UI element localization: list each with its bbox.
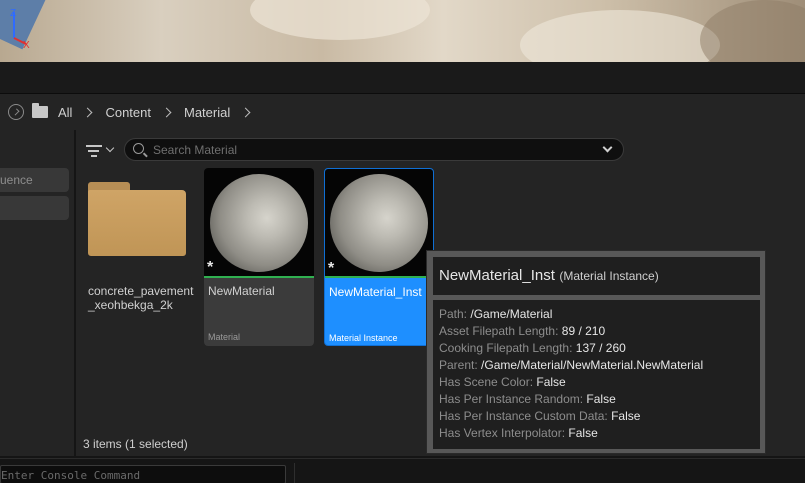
asset-type: Material: [208, 332, 241, 342]
folder-tile[interactable]: concrete_pavement_xeohbekga_2k: [84, 168, 194, 348]
viewport-terrain: [520, 10, 720, 62]
console-box[interactable]: [0, 465, 286, 483]
history-icon[interactable]: [8, 104, 24, 120]
tooltip-subtitle: (Material Instance): [559, 269, 659, 283]
breadcrumb-item-content[interactable]: Content: [105, 105, 151, 120]
search-icon: [133, 143, 144, 154]
breadcrumb-item-all[interactable]: All: [58, 105, 72, 120]
asset-name: NewMaterial_Inst: [329, 285, 422, 299]
axis-x-label: X: [23, 40, 30, 50]
axis-gizmo-icon: Z X: [10, 8, 30, 50]
asset-tooltip: NewMaterial_Inst (Material Instance) Pat…: [426, 250, 766, 454]
status-bar: [0, 458, 805, 483]
asset-tile-newmaterial-inst[interactable]: * NewMaterial_Inst Material Instance: [324, 168, 434, 346]
unsaved-asterisk-icon: *: [207, 259, 214, 276]
breadcrumb: All Content Material: [0, 94, 805, 130]
tooltip-row: Parent: /Game/Material/NewMaterial.NewMa…: [439, 358, 704, 372]
search-box[interactable]: [124, 138, 624, 161]
panel-tab-bar: [0, 62, 805, 94]
tooltip-row: Has Vertex Interpolator: False: [439, 426, 598, 440]
asset-type: Material Instance: [329, 333, 398, 343]
search-options-chevron-icon[interactable]: [602, 142, 613, 153]
tooltip-row: Has Per Instance Custom Data: False: [439, 409, 641, 423]
tooltip-row: Path: /Game/Material: [439, 307, 553, 321]
asset-thumbnail: [325, 169, 433, 276]
asset-thumbnail: [204, 168, 314, 276]
tooltip-title: NewMaterial_Inst: [439, 267, 555, 284]
search-input[interactable]: [153, 141, 593, 158]
material-sphere-icon: [210, 174, 308, 272]
chevron-right-icon[interactable]: [240, 107, 251, 117]
tooltip-row: Cooking Filepath Length: 137 / 260: [439, 341, 626, 355]
viewport-terrain: [700, 0, 805, 62]
chevron-right-icon[interactable]: [83, 107, 93, 117]
sources-panel: uence: [0, 130, 74, 456]
chevron-right-icon[interactable]: [161, 107, 172, 117]
tooltip-row: Asset Filepath Length: 89 / 210: [439, 324, 606, 338]
tooltip-header: NewMaterial_Inst (Material Instance): [433, 257, 760, 295]
asset-tile-newmaterial[interactable]: * NewMaterial Material: [204, 168, 314, 346]
sources-item[interactable]: uence: [0, 168, 69, 192]
tooltip-row: Has Per Instance Random: False: [439, 392, 616, 406]
axis-z-label: Z: [10, 8, 16, 19]
item-count: 3 items (1 selected): [83, 437, 188, 451]
asset-type-color-bar: [325, 276, 433, 278]
sources-item[interactable]: [0, 196, 69, 220]
asset-name: NewMaterial: [208, 284, 275, 298]
console-command-input[interactable]: [1, 467, 281, 483]
breadcrumb-item-material[interactable]: Material: [184, 105, 230, 120]
viewport-terrain: [250, 0, 430, 40]
material-sphere-icon: [330, 174, 428, 272]
chevron-down-icon: [105, 143, 115, 153]
folder-icon[interactable]: [32, 103, 48, 118]
status-divider: [294, 463, 295, 483]
unsaved-asterisk-icon: *: [328, 260, 335, 277]
level-viewport[interactable]: Z X: [0, 0, 805, 62]
filter-button[interactable]: [86, 142, 116, 160]
asset-type-color-bar: [204, 276, 314, 278]
folder-name: concrete_pavement_xeohbekga_2k: [88, 284, 194, 312]
tooltip-body: Path: /Game/Material Asset Filepath Leng…: [433, 300, 760, 449]
tooltip-row: Has Scene Color: False: [439, 375, 566, 389]
folder-icon: [88, 182, 186, 256]
